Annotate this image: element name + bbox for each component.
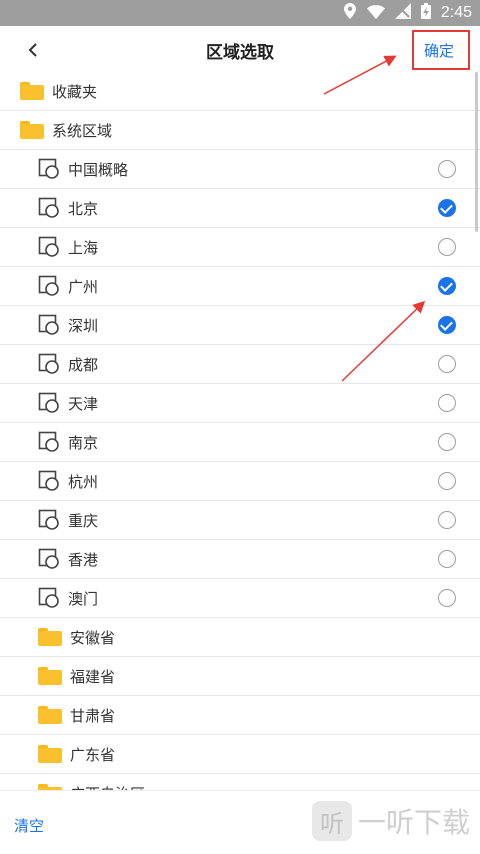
row-label: 广州 bbox=[68, 277, 99, 296]
watermark: 听 一听下载 bbox=[311, 801, 470, 841]
unchecked-radio-icon[interactable] bbox=[438, 355, 456, 373]
scrollbar[interactable] bbox=[475, 72, 478, 232]
region-list[interactable]: 收藏夹系统区域中国概略北京上海广州深圳成都天津南京杭州重庆香港澳门安徽省福建省甘… bbox=[0, 72, 480, 790]
status-bar: 2:45 bbox=[0, 0, 480, 26]
folder-row[interactable]: 系统区域 bbox=[0, 111, 480, 150]
region-shape-icon bbox=[38, 353, 60, 375]
region-shape-icon bbox=[38, 314, 60, 336]
folder-row[interactable]: 安徽省 bbox=[0, 618, 480, 657]
region-row[interactable]: 重庆 bbox=[0, 501, 480, 540]
folder-row[interactable]: 广西自治区 bbox=[0, 774, 480, 790]
watermark-logo: 听 bbox=[311, 801, 352, 841]
checked-radio-icon[interactable] bbox=[438, 277, 456, 295]
region-row[interactable]: 天津 bbox=[0, 384, 480, 423]
region-row[interactable]: 广州 bbox=[0, 267, 480, 306]
region-row[interactable]: 成都 bbox=[0, 345, 480, 384]
region-shape-icon bbox=[38, 392, 60, 414]
region-shape-icon bbox=[38, 158, 60, 180]
region-shape-icon bbox=[38, 197, 60, 219]
row-label: 上海 bbox=[68, 238, 99, 257]
region-row[interactable]: 香港 bbox=[0, 540, 480, 579]
region-shape-icon bbox=[38, 275, 60, 297]
row-label: 广西自治区 bbox=[70, 783, 145, 791]
wifi-icon bbox=[366, 4, 385, 23]
region-row[interactable]: 杭州 bbox=[0, 462, 480, 501]
row-label: 南京 bbox=[68, 433, 99, 452]
region-shape-icon bbox=[38, 470, 60, 492]
unchecked-radio-icon[interactable] bbox=[438, 433, 456, 451]
region-shape-icon bbox=[38, 548, 60, 570]
folder-row[interactable]: 广东省 bbox=[0, 735, 480, 774]
row-label: 收藏夹 bbox=[52, 82, 98, 101]
row-label: 北京 bbox=[68, 199, 99, 218]
folder-icon bbox=[20, 121, 44, 139]
unchecked-radio-icon[interactable] bbox=[438, 238, 456, 256]
unchecked-radio-icon[interactable] bbox=[438, 160, 456, 178]
row-label: 福建省 bbox=[70, 667, 116, 686]
checked-radio-icon[interactable] bbox=[438, 199, 456, 217]
region-shape-icon bbox=[38, 587, 60, 609]
clock: 2:45 bbox=[440, 4, 472, 21]
clear-button[interactable]: 清空 bbox=[14, 815, 44, 836]
region-row[interactable]: 深圳 bbox=[0, 306, 480, 345]
row-label: 香港 bbox=[68, 550, 99, 569]
region-shape-icon bbox=[38, 509, 60, 531]
row-label: 甘肃省 bbox=[70, 706, 116, 725]
folder-icon bbox=[38, 628, 62, 646]
row-label: 天津 bbox=[68, 394, 99, 413]
checked-radio-icon[interactable] bbox=[438, 316, 456, 334]
region-row[interactable]: 北京 bbox=[0, 189, 480, 228]
no-signal-icon bbox=[394, 3, 411, 23]
region-row[interactable]: 南京 bbox=[0, 423, 480, 462]
watermark-text: 一听下载 bbox=[357, 806, 470, 839]
folder-icon bbox=[38, 706, 62, 724]
unchecked-radio-icon[interactable] bbox=[438, 394, 456, 412]
row-label: 中国概略 bbox=[68, 160, 129, 179]
region-shape-icon bbox=[38, 431, 60, 453]
region-row[interactable]: 澳门 bbox=[0, 579, 480, 618]
folder-icon bbox=[20, 82, 44, 100]
folder-row[interactable]: 收藏夹 bbox=[0, 72, 480, 111]
row-label: 杭州 bbox=[68, 472, 99, 491]
row-label: 澳门 bbox=[68, 589, 99, 608]
bottom-bar: 清空 听 一听下载 bbox=[0, 790, 480, 854]
region-shape-icon bbox=[38, 236, 60, 258]
top-bar: 区域选取 确定 bbox=[0, 26, 480, 74]
folder-row[interactable]: 福建省 bbox=[0, 657, 480, 696]
region-row[interactable]: 中国概略 bbox=[0, 150, 480, 189]
battery-charging-icon bbox=[420, 3, 431, 23]
folder-row[interactable]: 甘肃省 bbox=[0, 696, 480, 735]
row-label: 深圳 bbox=[68, 316, 99, 335]
region-row[interactable]: 上海 bbox=[0, 228, 480, 267]
row-label: 成都 bbox=[68, 355, 99, 374]
folder-icon bbox=[38, 745, 62, 763]
page-title: 区域选取 bbox=[206, 43, 274, 63]
confirm-button[interactable]: 确定 bbox=[424, 40, 454, 61]
location-icon bbox=[343, 3, 357, 23]
row-label: 广东省 bbox=[70, 745, 116, 764]
row-label: 重庆 bbox=[68, 511, 99, 530]
unchecked-radio-icon[interactable] bbox=[438, 511, 456, 529]
unchecked-radio-icon[interactable] bbox=[438, 589, 456, 607]
unchecked-radio-icon[interactable] bbox=[438, 550, 456, 568]
row-label: 安徽省 bbox=[70, 628, 116, 647]
row-label: 系统区域 bbox=[52, 121, 113, 140]
unchecked-radio-icon[interactable] bbox=[438, 472, 456, 490]
folder-icon bbox=[38, 667, 62, 685]
